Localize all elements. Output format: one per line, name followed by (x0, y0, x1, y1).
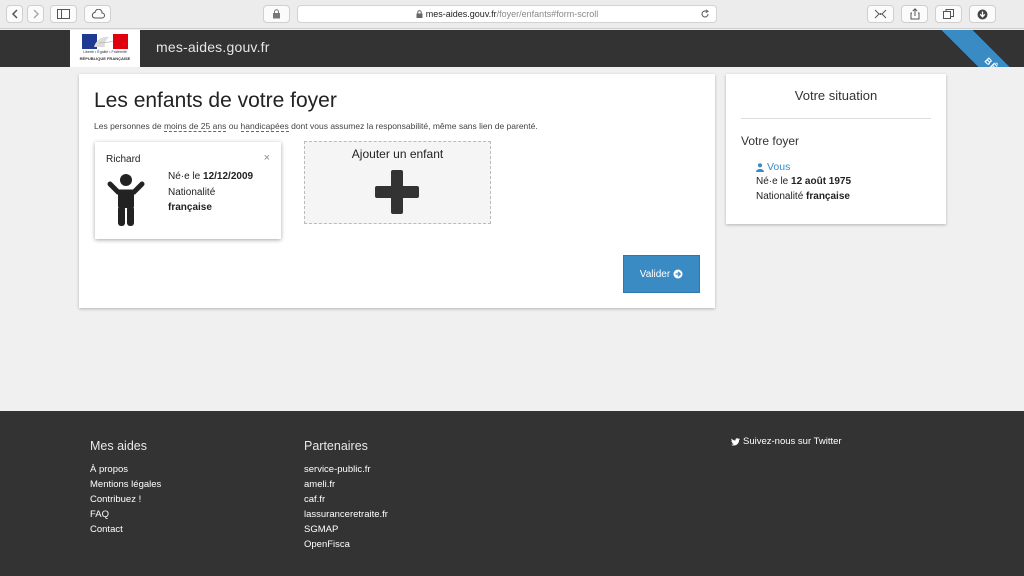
remove-child-button[interactable]: × (264, 152, 270, 164)
back-icon (11, 9, 18, 19)
forward-icon (32, 9, 39, 19)
downloads-button[interactable] (969, 5, 996, 23)
twitter-link[interactable]: Suivez-nous sur Twitter (731, 436, 842, 447)
back-button[interactable] (6, 5, 23, 23)
child-born-label: Né·e le (168, 171, 204, 182)
submit-button[interactable]: Valider (623, 255, 700, 293)
footer-link-openfisca[interactable]: OpenFisca (304, 537, 388, 552)
plus-icon (375, 170, 419, 214)
site-brand-link[interactable]: mes-aides.gouv.fr (156, 39, 270, 55)
intro-pre: Les personnes de (94, 121, 164, 131)
sidebar-button[interactable] (50, 5, 77, 23)
situation-title: Votre situation (794, 88, 878, 103)
child-icon (107, 174, 145, 226)
download-icon (977, 9, 988, 19)
extensions-icon (874, 9, 887, 19)
vous-birth-date: 12 août 1975 (791, 176, 852, 187)
footer-link-ameli[interactable]: ameli.fr (304, 477, 388, 492)
child-name: Richard (106, 154, 141, 165)
site-header: Liberté • Égalité • Fraternité RÉPUBLIQU… (0, 30, 1024, 67)
footer-col1-title: Mes aides (90, 439, 147, 453)
logo-motto: Liberté • Égalité • Fraternité (83, 50, 127, 54)
url-path: /foyer/enfants#form-scroll (496, 9, 599, 19)
vous-nat-label: Nationalité (756, 191, 807, 202)
cloud-icon (91, 9, 105, 19)
age-tooltip[interactable]: moins de 25 ans (163, 121, 227, 132)
child-card[interactable]: Richard × Né·e le 12/12/2009 Nationalité… (95, 142, 281, 239)
arrow-circle-right-icon (673, 269, 683, 279)
footer-link-contribuez[interactable]: Contribuez ! (90, 492, 161, 507)
tabs-button[interactable] (935, 5, 962, 23)
sidebar-icon (57, 9, 70, 19)
user-icon (756, 162, 764, 172)
marianne-flag (82, 34, 128, 49)
footer-link-faq[interactable]: FAQ (90, 507, 161, 522)
footer-col-partenaires: Partenaires service-public.fr ameli.fr c… (304, 439, 388, 552)
marianne-logo[interactable]: Liberté • Égalité • Fraternité RÉPUBLIQU… (70, 30, 140, 67)
address-bar[interactable]: mes-aides.gouv.fr/foyer/enfants#form-scr… (297, 5, 717, 23)
foyer-heading: Votre foyer (741, 134, 800, 148)
footer-link-mentions[interactable]: Mentions légales (90, 477, 161, 492)
vous-birth-line: Né·e le 12 août 1975 (756, 176, 851, 187)
footer-link-service-public[interactable]: service-public.fr (304, 462, 388, 477)
privacy-button[interactable] (263, 5, 290, 23)
reload-icon[interactable] (700, 9, 710, 19)
child-birth-date: 12/12/2009 (203, 171, 254, 182)
vous-link[interactable]: Vous (756, 161, 790, 173)
intro-post: dont vous assumez la responsabilité, mêm… (288, 121, 538, 131)
children-form-card: Les enfants de votre foyer Les personnes… (79, 74, 715, 308)
tabs-icon (943, 9, 954, 19)
vous-nationality: française (806, 191, 850, 202)
twitter-label: Suivez-nous sur Twitter (743, 436, 842, 447)
footer-link-contact[interactable]: Contact (90, 522, 161, 537)
divider (741, 118, 931, 119)
twitter-icon (731, 437, 740, 446)
vous-born-label: Né·e le (756, 176, 792, 187)
add-child-button[interactable]: Ajouter un enfant (304, 141, 491, 224)
handicap-tooltip[interactable]: handicapées (240, 121, 289, 132)
child-nationality: française (168, 202, 212, 213)
site-footer: Mes aides À propos Mentions légales Cont… (0, 411, 1024, 576)
vous-nat-line: Nationalité française (756, 191, 850, 202)
child-birth-line: Né·e le 12/12/2009 (168, 169, 253, 185)
share-icon (910, 8, 919, 20)
forward-button[interactable] (27, 5, 44, 23)
child-nat-label: Nationalité (168, 186, 216, 198)
icloud-tabs-button[interactable] (84, 5, 111, 23)
page-title: Les enfants de votre foyer (94, 89, 337, 112)
vous-label: Vous (767, 161, 791, 173)
submit-label: Valider (639, 268, 671, 280)
footer-link-apropos[interactable]: À propos (90, 462, 161, 477)
footer-col2-title: Partenaires (304, 439, 368, 453)
footer-col-mes-aides: Mes aides À propos Mentions légales Cont… (90, 439, 161, 537)
footer-link-caf[interactable]: caf.fr (304, 492, 388, 507)
intro-text: Les personnes de moins de 25 ans ou hand… (94, 121, 538, 132)
logo-republique: RÉPUBLIQUE FRANÇAISE (79, 56, 131, 61)
intro-mid: ou (226, 121, 241, 131)
situation-panel: Votre situation Votre foyer Vous Né·e le… (726, 74, 946, 224)
lock-icon (416, 10, 423, 18)
footer-link-lassuranceretraite[interactable]: lassuranceretraite.fr (304, 507, 388, 522)
beta-ribbon: BÊTA (938, 30, 1024, 67)
share-button[interactable] (901, 5, 928, 23)
url-host: mes-aides.gouv.fr (425, 9, 497, 19)
privacy-icon (273, 9, 280, 19)
browser-toolbar: mes-aides.gouv.fr/foyer/enfants#form-scr… (0, 0, 1024, 29)
footer-link-sgmap[interactable]: SGMAP (304, 522, 388, 537)
extension-button[interactable] (867, 5, 894, 23)
add-child-label: Ajouter un enfant (351, 147, 444, 161)
child-info: Né·e le 12/12/2009 Nationalité française (168, 169, 253, 216)
